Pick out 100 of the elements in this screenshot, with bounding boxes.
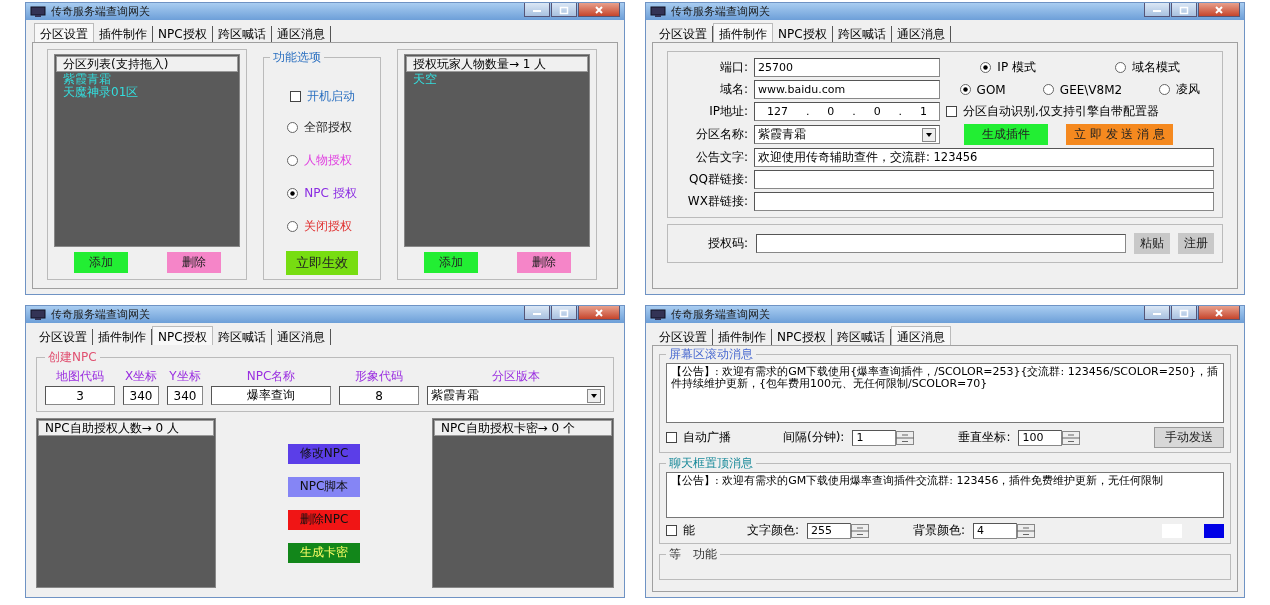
color-swatch[interactable] xyxy=(1204,523,1224,538)
dropdown-field[interactable]: 紫霞青霜 xyxy=(427,386,605,405)
radio-button[interactable] xyxy=(980,62,992,73)
radio-button[interactable] xyxy=(287,122,299,133)
checkbox[interactable] xyxy=(289,91,301,102)
checkbox[interactable] xyxy=(946,106,957,117)
tab[interactable]: 插件制作 xyxy=(713,329,772,345)
text-field[interactable]: 3 xyxy=(45,386,115,405)
text-field[interactable]: www.baidu.com xyxy=(754,80,940,99)
list-item[interactable]: 紫霞青霜 xyxy=(55,73,239,86)
radio-option[interactable]: GEE\V8M2 xyxy=(1042,81,1123,98)
tab[interactable]: 通区消息 xyxy=(891,26,951,42)
tab[interactable]: 分区设置 xyxy=(654,329,713,345)
group-title: 屏幕区滚动消息 xyxy=(668,346,754,363)
maximize-button[interactable] xyxy=(551,306,577,320)
text-field[interactable] xyxy=(756,234,1126,253)
number-field[interactable]: 100 xyxy=(1018,429,1063,446)
delete-button[interactable]: 删除 xyxy=(516,252,571,273)
radio-button[interactable] xyxy=(1159,84,1171,95)
tab[interactable]: 跨区喊话 xyxy=(831,329,891,345)
tab[interactable]: 通区消息 xyxy=(890,326,951,345)
generate-button[interactable]: 生成插件 xyxy=(964,124,1048,145)
maximize-button[interactable] xyxy=(1171,306,1197,320)
radio-option[interactable]: 域名模式 xyxy=(1114,59,1180,76)
add-button[interactable]: 添加 xyxy=(423,252,478,273)
checkbox[interactable] xyxy=(666,432,677,443)
minimize-button[interactable] xyxy=(1144,3,1170,17)
radio-button[interactable] xyxy=(1042,84,1054,95)
close-button[interactable] xyxy=(578,3,620,17)
radio-option[interactable]: 关闭授权 xyxy=(287,218,357,235)
minimize-button[interactable] xyxy=(1144,306,1170,320)
radio-button[interactable] xyxy=(287,188,299,199)
spin-button[interactable] xyxy=(1017,523,1036,538)
minimize-button[interactable] xyxy=(524,306,550,320)
close-button[interactable] xyxy=(1198,3,1240,17)
text-field[interactable]: 爆率查询 xyxy=(211,386,331,405)
number-field[interactable]: 4 xyxy=(973,522,1018,539)
spin-button[interactable] xyxy=(1062,430,1081,445)
radio-button[interactable] xyxy=(287,155,299,166)
caret-icon[interactable] xyxy=(922,127,936,142)
radio-button[interactable] xyxy=(959,84,971,95)
tab[interactable]: 插件制作 xyxy=(94,26,153,42)
tab[interactable]: 分区设置 xyxy=(34,329,93,345)
checkbox-option[interactable]: 开机启动 xyxy=(289,88,355,105)
text-field[interactable] xyxy=(754,192,1214,211)
tab[interactable]: 分区设置 xyxy=(34,23,94,42)
npc-script-button[interactable]: NPC脚本 xyxy=(288,476,360,497)
maximize-button[interactable] xyxy=(551,3,577,17)
number-field[interactable]: 255 xyxy=(807,522,852,539)
tab[interactable]: 跨区喊话 xyxy=(832,26,892,42)
radio-option[interactable]: NPC 授权 xyxy=(287,185,357,202)
radio-option[interactable]: GOM xyxy=(959,81,1006,98)
radio-option[interactable]: 全部授权 xyxy=(287,119,357,136)
tab[interactable]: NPC授权 xyxy=(772,329,832,345)
tab[interactable]: NPC授权 xyxy=(153,26,213,42)
field-label: QQ群链接: xyxy=(688,171,748,188)
list-item[interactable]: 天魔神录01区 xyxy=(55,86,239,99)
radio-button[interactable] xyxy=(287,221,299,232)
spin-button[interactable] xyxy=(851,523,870,538)
checkbox-option[interactable]: 自动广播 xyxy=(666,429,731,446)
close-button[interactable] xyxy=(1198,306,1240,320)
send-button[interactable]: 立 即 发 送 消 息 xyxy=(1066,124,1174,145)
register-button[interactable]: 注册 xyxy=(1178,233,1214,254)
tab[interactable]: NPC授权 xyxy=(152,326,213,345)
text-field[interactable]: 欢迎使用传奇辅助查件，交流群: 123456 xyxy=(754,148,1214,167)
tab[interactable]: 跨区喊话 xyxy=(212,26,272,42)
delete-button[interactable]: 删除 xyxy=(166,252,221,273)
tab[interactable]: 插件制作 xyxy=(713,23,773,42)
send-button[interactable]: 手动发送 xyxy=(1154,427,1224,448)
tab[interactable]: 跨区喊话 xyxy=(212,329,272,345)
delete-npc-button[interactable]: 删除NPC xyxy=(288,509,360,530)
message-textarea[interactable]: 【公告】: 欢迎有需求的GM下载使用爆率查询插件交流群: 123456，插件免费维护更新，无任何限制 xyxy=(666,472,1224,518)
radio-button[interactable] xyxy=(1114,62,1126,73)
paste-button[interactable]: 粘贴 xyxy=(1134,233,1170,254)
radio-option[interactable]: IP 模式 xyxy=(980,59,1036,76)
spin-button[interactable] xyxy=(896,430,915,445)
checkbox-option[interactable]: 分区自动识别,仅支持引擎自带配置器 xyxy=(946,103,1214,120)
message-textarea[interactable]: 【公告】: 欢迎有需求的GM下载使用{爆率查询插件，/SCOLOR=253}{交流群: 123456/SCOLOR=250}，插件持续维护更新，{包年费用100元、无任何限制/SCOLOR=70} xyxy=(666,363,1224,423)
caret-icon[interactable] xyxy=(587,388,601,403)
maximize-button[interactable] xyxy=(1171,3,1197,17)
add-button[interactable]: 添加 xyxy=(73,252,128,273)
generate-card-button[interactable]: 生成卡密 xyxy=(288,542,360,563)
text-field[interactable]: 340 xyxy=(123,386,159,405)
checkbox[interactable] xyxy=(666,525,677,536)
text-field[interactable]: 340 xyxy=(167,386,203,405)
minimize-button[interactable] xyxy=(524,3,550,17)
checkbox-option[interactable]: 能 xyxy=(666,522,695,539)
text-field[interactable] xyxy=(754,170,1214,189)
ip-field[interactable]: 127 . 0 . 0 . 1 xyxy=(754,102,940,121)
list-item[interactable]: 天空 xyxy=(405,73,589,86)
radio-option[interactable]: 凌风 xyxy=(1159,81,1201,98)
tab[interactable]: 通区消息 xyxy=(271,26,331,42)
apply-button[interactable]: 立即生效 xyxy=(286,251,358,275)
number-field[interactable]: 1 xyxy=(852,429,897,446)
tab[interactable]: 通区消息 xyxy=(271,329,331,345)
close-button[interactable] xyxy=(578,306,620,320)
dropdown-field[interactable]: 紫霞青霜 xyxy=(754,125,940,144)
text-field[interactable]: 8 xyxy=(339,386,419,405)
tab[interactable]: NPC授权 xyxy=(773,26,833,42)
text-field[interactable]: 25700 xyxy=(754,58,940,77)
